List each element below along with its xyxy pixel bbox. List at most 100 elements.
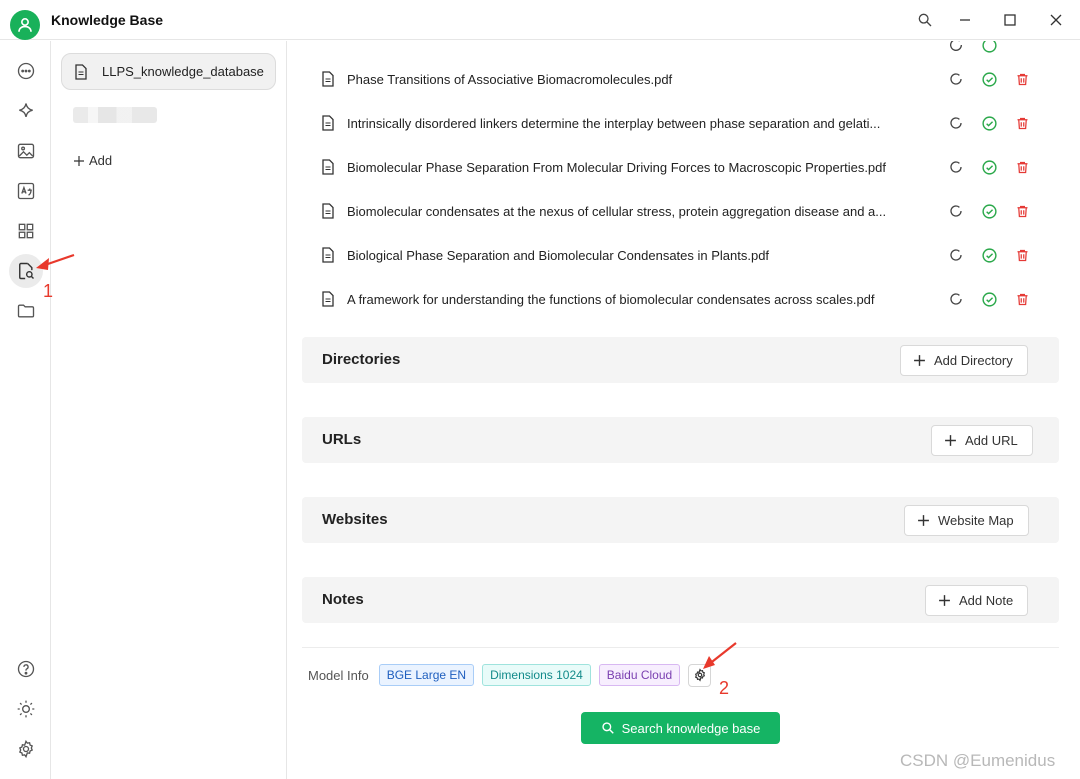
help-icon[interactable] [12,655,40,683]
pdf-file-icon [321,202,337,220]
add-note-label: Add Note [959,593,1014,608]
pdf-file-icon [321,158,337,176]
delete-icon[interactable] [1013,290,1031,308]
add-directory-label: Add Directory [934,353,1013,368]
refresh-icon[interactable] [947,114,965,132]
knowledge-base-item-label: LLPS_knowledge_database [102,64,264,79]
blurred-item [73,107,157,123]
search-icon[interactable] [913,8,937,32]
refresh-icon[interactable] [947,246,965,264]
main-content: Phase Transitions of Associative Biomacr… [287,41,1080,779]
plus-icon [939,595,950,606]
watermark: CSDN @Eumenidus [900,751,1056,770]
refresh-icon[interactable] [947,202,965,220]
status-ok-icon [980,246,998,264]
delete-icon[interactable] [1013,70,1031,88]
plus-icon [914,355,925,366]
refresh-icon[interactable] [947,70,965,88]
document-icon [75,63,87,80]
knowledge-base-item[interactable]: LLPS_knowledge_database [61,53,276,90]
model-info: Model Info BGE Large EN Dimensions 1024 … [308,663,712,687]
plus-icon [74,155,84,166]
file-row[interactable]: Biomolecular Phase Separation From Molec… [321,154,1041,180]
knowledge-base-icon[interactable] [9,254,43,288]
dimensions-tag: Dimensions 1024 [482,664,591,686]
directories-section: Directories Add Directory [302,337,1059,383]
model-name-tag: BGE Large EN [378,664,475,686]
pdf-file-icon [321,70,337,88]
urls-title: URLs [322,431,362,448]
pdf-file-icon [321,246,337,264]
file-row[interactable]: Biological Phase Separation and Biomolec… [321,242,1041,268]
website-map-label: Website Map [938,513,1014,528]
add-directory-button[interactable]: Add Directory [900,345,1028,376]
file-row-partial [321,41,1041,54]
file-name: Phase Transitions of Associative Biomacr… [347,71,673,87]
delete-icon[interactable] [1013,202,1031,220]
file-row[interactable]: Phase Transitions of Associative Biomacr… [321,66,1041,92]
maximize-button[interactable] [998,8,1022,32]
refresh-icon[interactable] [947,41,965,54]
chat-icon[interactable] [12,57,40,85]
status-ok-icon [980,114,998,132]
file-name: Biological Phase Separation and Biomolec… [347,247,770,263]
provider-tag: Baidu Cloud [598,664,681,686]
websites-title: Websites [322,511,388,528]
refresh-icon[interactable] [947,290,965,308]
app-title: Knowledge Base [51,12,164,28]
add-knowledge-base-label: Add [89,153,113,168]
model-info-label: Model Info [308,667,369,683]
plus-icon [918,515,929,526]
minimize-button[interactable] [953,8,977,32]
urls-section: URLs Add URL [302,417,1059,463]
add-knowledge-base-button[interactable]: Add [73,153,112,168]
add-url-button[interactable]: Add URL [931,425,1033,456]
delete-icon[interactable] [1013,114,1031,132]
theme-sun-icon[interactable] [12,695,40,723]
status-ok-icon [980,290,998,308]
directories-title: Directories [322,351,401,368]
settings-gear-icon[interactable] [12,735,40,763]
search-knowledge-base-label: Search knowledge base [621,720,761,736]
add-url-label: Add URL [965,433,1018,448]
plus-icon [945,435,956,446]
delete-icon[interactable] [1013,246,1031,264]
divider [302,647,1059,648]
image-icon[interactable] [12,137,40,165]
close-button[interactable] [1044,8,1068,32]
status-ok-icon [980,202,998,220]
notes-section: Notes Add Note [302,577,1059,623]
add-note-button[interactable]: Add Note [925,585,1029,616]
annotation-number-1: 1 [43,281,54,301]
apps-grid-icon[interactable] [12,217,40,245]
search-knowledge-base-button[interactable]: Search knowledge base [581,712,780,744]
file-row[interactable]: A framework for understanding the functi… [321,286,1041,312]
file-name: Biomolecular Phase Separation From Molec… [347,159,886,175]
file-row[interactable]: Biomolecular condensates at the nexus of… [321,198,1041,224]
knowledge-base-list: LLPS_knowledge_database Add [51,41,287,779]
title-bar: Knowledge Base [0,0,1080,40]
file-row[interactable]: Intrinsically disordered linkers determi… [321,110,1041,136]
pdf-file-icon [321,290,337,308]
navigation-rail [0,41,51,779]
file-name: Biomolecular condensates at the nexus of… [347,203,887,219]
delete-icon[interactable] [1013,158,1031,176]
notes-title: Notes [322,591,364,608]
sparkle-icon[interactable] [12,97,40,125]
pdf-file-icon [321,114,337,132]
website-map-button[interactable]: Website Map [904,505,1029,536]
file-name: Intrinsically disordered linkers determi… [347,115,881,131]
status-ok-icon [980,41,998,54]
user-avatar-icon[interactable] [10,10,40,40]
folder-icon[interactable] [12,297,40,325]
status-ok-icon [980,158,998,176]
websites-section: Websites Website Map [302,497,1059,543]
model-settings-gear-icon[interactable] [688,663,712,687]
delete-icon[interactable] [1013,41,1031,54]
annotation-number-2: 2 [719,678,730,698]
refresh-icon[interactable] [947,158,965,176]
translate-icon[interactable] [12,177,40,205]
status-ok-icon [980,70,998,88]
file-name: A framework for understanding the functi… [347,291,875,307]
search-icon [601,722,614,734]
